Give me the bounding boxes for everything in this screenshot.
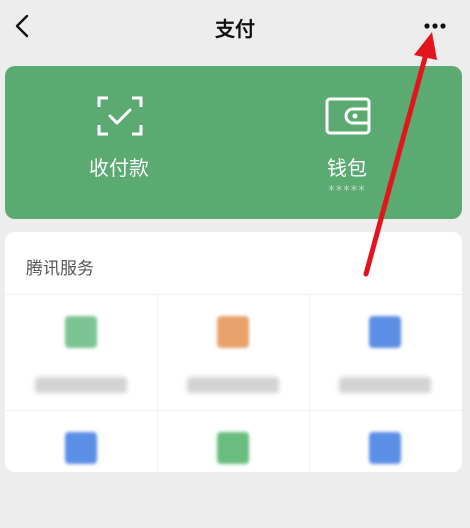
receive-pay-label: 收付款: [89, 156, 149, 180]
wallet-icon: [325, 97, 371, 135]
services-card: 腾讯服务: [5, 232, 462, 472]
page-title: 支付: [215, 17, 255, 41]
more-dots-icon: [424, 23, 446, 29]
wallet-button[interactable]: 钱包 *****: [233, 66, 461, 219]
service-tile[interactable]: [157, 410, 309, 528]
wallet-panel: 收付款 钱包 *****: [5, 66, 462, 219]
service-tile[interactable]: [309, 294, 461, 412]
receive-pay-button[interactable]: 收付款: [5, 66, 233, 219]
scan-checkbox-icon: [97, 96, 143, 136]
more-options-button[interactable]: [418, 12, 456, 40]
blurred-label: [35, 377, 127, 393]
wallet-label: 钱包: [327, 156, 367, 180]
phone-topup-icon: [217, 316, 249, 348]
service-tile[interactable]: [5, 410, 157, 528]
service-icon: [217, 432, 249, 464]
service-tile[interactable]: [157, 294, 309, 412]
finance-icon: [369, 316, 401, 348]
service-icon: [65, 432, 97, 464]
service-icon: [369, 432, 401, 464]
blurred-label: [187, 377, 279, 393]
wallet-balance-hidden: *****: [328, 184, 366, 199]
top-nav-bar: 支付: [0, 0, 470, 56]
service-tile[interactable]: [309, 410, 461, 528]
service-tile[interactable]: [5, 294, 157, 412]
blurred-label: [339, 377, 431, 393]
section-title: 腾讯服务: [26, 259, 94, 279]
card-icon: [65, 316, 97, 348]
